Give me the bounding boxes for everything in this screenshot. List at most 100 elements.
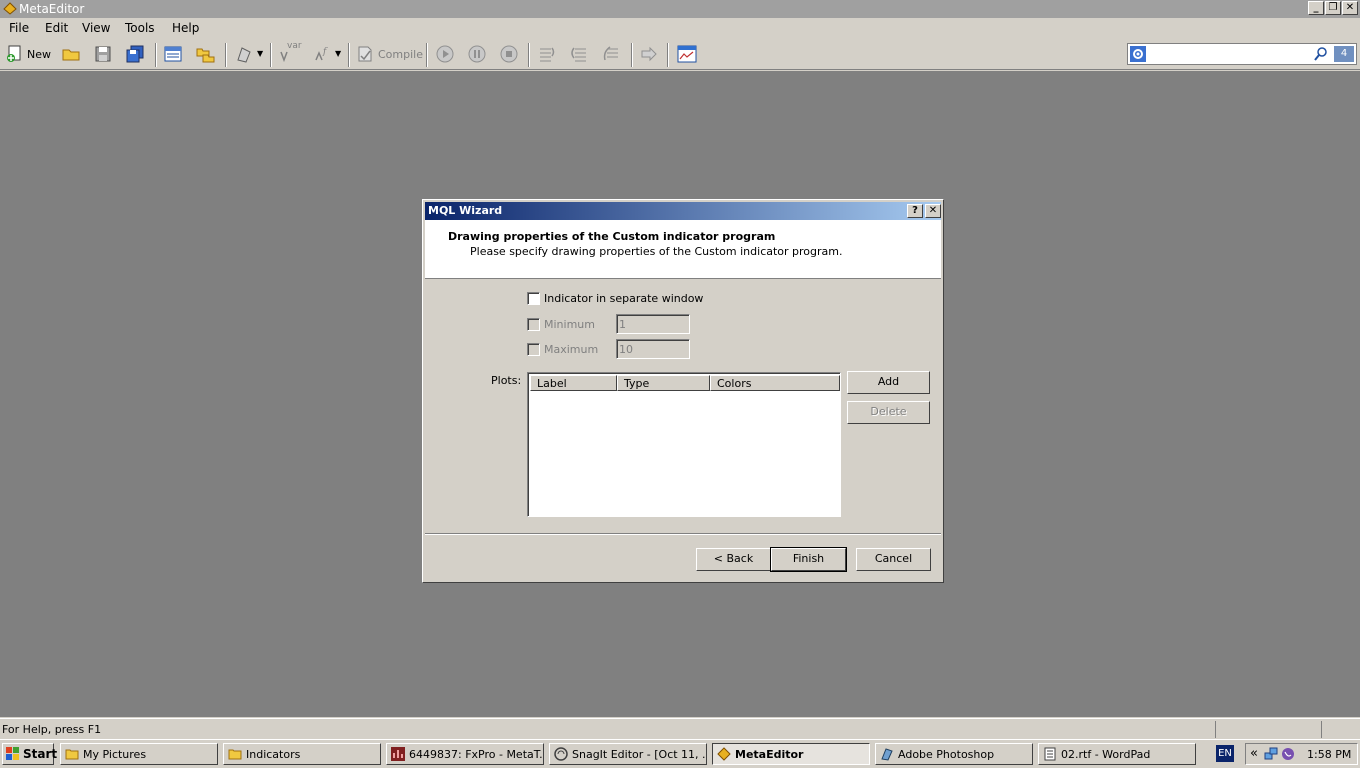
search-input[interactable]: 4 xyxy=(1127,43,1357,65)
viber-icon[interactable] xyxy=(1281,747,1295,761)
menu-help[interactable]: Help xyxy=(172,21,199,35)
task-label: 6449837: FxPro - MetaT... xyxy=(409,748,544,761)
stop-icon[interactable] xyxy=(499,44,519,64)
task-indicators[interactable]: Indicators xyxy=(223,743,381,765)
toolbar-separator xyxy=(631,43,633,67)
toolbar-separator xyxy=(225,43,227,67)
styler-icon[interactable] xyxy=(234,44,254,64)
navigator-icon[interactable] xyxy=(163,44,183,64)
settings-icon[interactable] xyxy=(1130,46,1146,62)
plots-label: Plots: xyxy=(491,374,522,387)
language-indicator[interactable]: EN xyxy=(1216,745,1234,762)
column-header-label[interactable]: Label xyxy=(530,375,617,391)
photoshop-icon xyxy=(881,748,893,761)
arrow-right-icon[interactable] xyxy=(639,44,659,64)
close-button[interactable]: ✕ xyxy=(1342,1,1358,15)
status-text: For Help, press F1 xyxy=(2,723,102,736)
menu-edit[interactable]: Edit xyxy=(45,21,68,35)
maximum-checkbox[interactable] xyxy=(527,343,540,356)
start-button[interactable]: Start xyxy=(2,743,58,765)
delete-button[interactable]: Delete xyxy=(847,401,930,424)
clock[interactable]: 1:58 PM xyxy=(1307,748,1351,761)
finish-button[interactable]: Finish xyxy=(770,547,847,572)
windows-logo-icon xyxy=(6,747,19,760)
minimize-button[interactable]: _ xyxy=(1308,1,1324,15)
compile-icon[interactable] xyxy=(355,44,375,64)
add-button[interactable]: Add xyxy=(847,371,930,394)
dialog-subheading: Please specify drawing properties of the… xyxy=(470,245,843,258)
metatrader-icon xyxy=(391,747,405,761)
cancel-button[interactable]: Cancel xyxy=(856,548,931,571)
column-header-colors[interactable]: Colors xyxy=(710,375,840,391)
new-label[interactable]: New xyxy=(27,48,51,61)
compile-label[interactable]: Compile xyxy=(378,48,423,61)
save-icon[interactable] xyxy=(93,44,113,64)
menu-file[interactable]: File xyxy=(9,21,29,35)
save-all-icon[interactable] xyxy=(125,44,145,64)
play-icon[interactable] xyxy=(435,44,455,64)
open-folder-icon[interactable] xyxy=(61,44,81,64)
task-my-pictures[interactable]: My Pictures xyxy=(60,743,218,765)
back-button[interactable]: < Back xyxy=(696,548,771,571)
tray-chevron[interactable]: « xyxy=(1250,746,1258,761)
task-label: MetaEditor xyxy=(735,748,804,761)
search-badge[interactable]: 4 xyxy=(1334,46,1354,62)
snagit-icon xyxy=(554,747,568,761)
metaeditor-app-icon xyxy=(3,2,17,15)
menu-tools[interactable]: Tools xyxy=(125,21,155,35)
wordpad-icon xyxy=(1044,747,1056,761)
folder-icon xyxy=(65,749,79,760)
toolbar-separator xyxy=(528,43,530,67)
search-icon[interactable] xyxy=(1314,47,1328,61)
step-into-icon[interactable] xyxy=(537,44,557,64)
task-label: Adobe Photoshop xyxy=(898,748,995,761)
divider xyxy=(425,533,941,535)
step-over-icon[interactable] xyxy=(569,44,589,64)
dialog-titlebar: MQL Wizard ? ✕ xyxy=(425,202,941,220)
dropdown-arrow[interactable]: ▼ xyxy=(335,49,341,58)
menu-bar: File Edit View Tools Help xyxy=(0,18,1360,38)
plots-list[interactable]: Label Type Colors xyxy=(527,372,841,517)
toolbox-icon[interactable] xyxy=(195,44,215,64)
dialog-title: MQL Wizard xyxy=(428,204,503,217)
task-photoshop[interactable]: Adobe Photoshop xyxy=(875,743,1033,765)
status-pane xyxy=(1215,721,1216,738)
dialog-close-button[interactable]: ✕ xyxy=(925,204,941,218)
dropdown-arrow[interactable]: ▼ xyxy=(257,49,263,58)
folder-icon xyxy=(228,749,242,760)
start-label: Start xyxy=(23,747,58,761)
var-label: var xyxy=(287,41,302,51)
app-title: MetaEditor xyxy=(19,2,85,16)
toolbar-separator xyxy=(348,43,350,67)
dialog-heading: Drawing properties of the Custom indicat… xyxy=(448,230,776,243)
task-wordpad[interactable]: 02.rtf - WordPad xyxy=(1038,743,1196,765)
separate-window-checkbox[interactable] xyxy=(527,292,540,305)
system-tray: « 1:58 PM xyxy=(1245,743,1358,765)
maximum-label: Maximum xyxy=(544,343,599,356)
status-pane xyxy=(1321,721,1322,738)
help-button[interactable]: ? xyxy=(907,204,923,218)
toolbar-separator xyxy=(426,43,428,67)
column-header-type[interactable]: Type xyxy=(617,375,710,391)
pause-icon[interactable] xyxy=(467,44,487,64)
terminal-icon[interactable] xyxy=(677,44,697,64)
task-label: SnagIt Editor - [Oct 11, ... xyxy=(572,748,707,761)
network-icon[interactable] xyxy=(1264,747,1278,761)
menu-view[interactable]: View xyxy=(82,21,110,35)
step-out-icon[interactable] xyxy=(601,44,621,64)
task-label: Indicators xyxy=(246,748,301,761)
taskbar: Start My Pictures Indicators 6449837: Fx… xyxy=(0,739,1360,768)
separate-window-label[interactable]: Indicator in separate window xyxy=(544,292,703,305)
toolbar-separator xyxy=(155,43,157,67)
new-icon[interactable] xyxy=(5,44,25,64)
minimum-field[interactable]: 1 xyxy=(616,314,690,334)
app-titlebar: MetaEditor _ ❐ ✕ xyxy=(0,0,1360,18)
maximum-field[interactable]: 10 xyxy=(616,339,690,359)
task-snagit[interactable]: SnagIt Editor - [Oct 11, ... xyxy=(549,743,707,765)
restore-button[interactable]: ❐ xyxy=(1325,1,1341,15)
task-metaeditor[interactable]: MetaEditor xyxy=(712,743,870,765)
minimum-label: Minimum xyxy=(544,318,595,331)
function-icon[interactable]: f xyxy=(313,44,333,64)
task-metatrader[interactable]: 6449837: FxPro - MetaT... xyxy=(386,743,544,765)
minimum-checkbox[interactable] xyxy=(527,318,540,331)
